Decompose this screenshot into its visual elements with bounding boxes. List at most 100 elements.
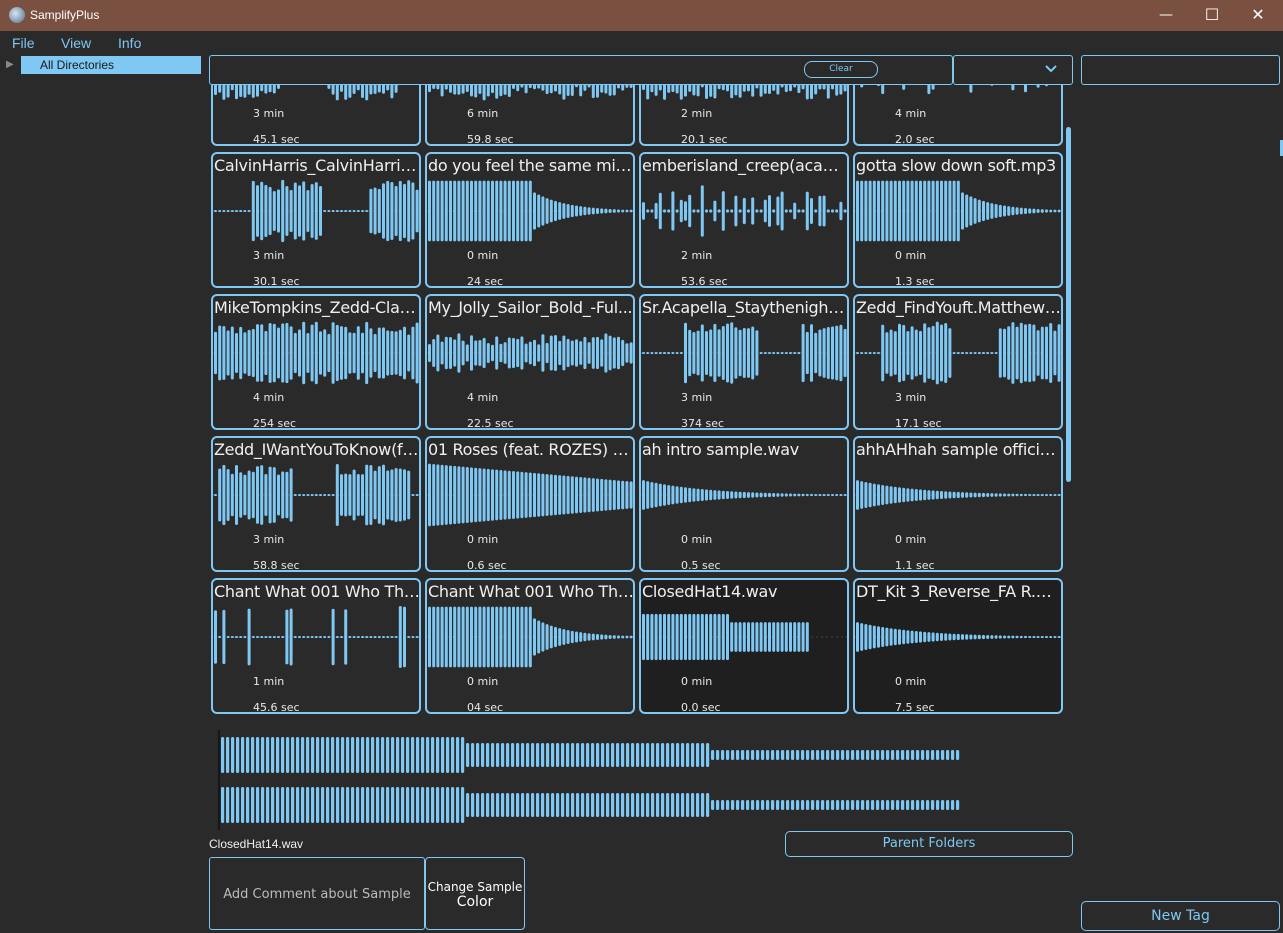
waveform-bar xyxy=(537,85,541,89)
sample-tile[interactable]: My_Jolly_Sailor_Bold_-Ful... 4 min 22.5 se… xyxy=(425,294,635,430)
waveform-bar xyxy=(742,327,746,379)
sample-tile[interactable]: 2 min 20.1 sec xyxy=(639,85,849,146)
sample-tile[interactable]: ClosedHat14.wav 0 min 0.0 sec xyxy=(639,578,849,714)
waveform-bar xyxy=(902,85,906,90)
waveform-bar xyxy=(579,206,583,216)
waveform-bar xyxy=(860,623,864,651)
waveform-bar xyxy=(302,321,306,385)
sample-waveform xyxy=(641,185,847,237)
waveform-bar xyxy=(596,208,599,214)
waveform-bar xyxy=(293,332,297,374)
sample-duration-sec: 20.1 sec xyxy=(681,133,728,146)
comment-input[interactable]: Add Comment about Sample xyxy=(209,857,425,930)
waveform-bar xyxy=(796,800,800,810)
change-color-button[interactable]: Change Sample Color xyxy=(425,857,525,930)
waveform-bar xyxy=(843,209,847,213)
waveform-bar xyxy=(415,322,419,384)
waveform-bar xyxy=(755,330,759,376)
sample-tile[interactable]: MikeTompkins_Zedd-Clarit... 4 min 254 sec xyxy=(211,294,421,430)
waveform-bar xyxy=(776,196,780,226)
waveform-bar xyxy=(738,329,742,377)
waveform-bar xyxy=(298,636,301,638)
waveform-bar xyxy=(631,743,635,767)
menu-file[interactable]: File xyxy=(12,35,35,51)
grid-scrollbar[interactable] xyxy=(1066,127,1071,482)
tree-item-all-directories[interactable]: All Directories xyxy=(21,56,201,74)
sample-tile-name: Zedd_FindYouft.MatthewK... xyxy=(856,298,1062,317)
tree-expand-icon[interactable]: ▶ xyxy=(6,59,14,70)
waveform-bar xyxy=(321,737,325,773)
waveform-bar xyxy=(453,180,457,242)
sample-tile[interactable]: 4 min 2.0 sec xyxy=(853,85,1063,146)
waveform-bar xyxy=(251,787,255,823)
waveform-bar xyxy=(289,326,293,380)
sample-tile[interactable]: gotta slow down soft.mp3 0 min 1.3 sec xyxy=(853,152,1063,288)
sample-tile[interactable]: Chant What 001 Who Tha ... 0 min 04 sec xyxy=(425,578,635,714)
waveform-bar xyxy=(481,743,485,767)
filter-dropdown[interactable] xyxy=(953,55,1073,85)
waveform-bar xyxy=(293,494,297,496)
waveform-bar xyxy=(291,737,295,773)
waveform-bar xyxy=(881,85,885,95)
waveform-bar xyxy=(394,185,398,237)
new-tag-button[interactable]: New Tag xyxy=(1081,901,1280,931)
waveform-bar xyxy=(801,209,805,213)
waveform-bar xyxy=(1003,493,1006,497)
waveform-bar xyxy=(843,328,847,378)
waveform-bar xyxy=(940,490,943,500)
waveform-bar xyxy=(935,321,939,385)
sample-tile[interactable]: Sr.Acapella_Staythenight(... 3 min 374 sec xyxy=(639,294,849,430)
tag-search-input[interactable] xyxy=(1081,55,1280,85)
clear-button[interactable]: Clear xyxy=(804,61,878,78)
waveform-bar xyxy=(839,494,843,496)
waveform-bar xyxy=(846,800,850,810)
sample-tile[interactable]: ahhAHhah sample official.... 0 min 1.1 sec xyxy=(853,436,1063,572)
sample-tile[interactable]: 6 min 59.8 sec xyxy=(425,85,635,146)
waveform-bar xyxy=(451,787,455,823)
waveform-bar xyxy=(285,186,289,236)
waveform-bar xyxy=(841,750,845,760)
sample-tile[interactable]: ah intro sample.wav 0 min 0.5 sec xyxy=(639,436,849,572)
waveform-bar xyxy=(636,793,640,817)
waveform-bar xyxy=(990,203,994,219)
waveform-bar xyxy=(1011,635,1015,639)
sample-waveform xyxy=(855,321,1061,385)
waveform-bar xyxy=(382,636,385,638)
sample-tile[interactable]: 3 min 45.1 sec xyxy=(211,85,421,146)
maximize-button[interactable]: ☐ xyxy=(1189,0,1235,31)
minimize-button[interactable]: — xyxy=(1143,0,1189,31)
waveform-bar xyxy=(226,210,230,212)
waveform-bar xyxy=(826,800,830,810)
waveform-bar xyxy=(941,800,945,810)
waveform-bar xyxy=(994,352,998,354)
waveform-bar xyxy=(226,469,230,521)
waveform-bar xyxy=(876,750,880,760)
menu-view[interactable]: View xyxy=(61,35,91,51)
sample-tile[interactable]: Zedd_FindYouft.MatthewK... 3 min 17.1 sec xyxy=(853,294,1063,430)
sample-tile[interactable]: CalvinHarris_CalvinHarrisFl... 3 min 30.1 … xyxy=(211,152,421,288)
waveform-bar xyxy=(642,613,645,661)
sample-tile[interactable]: Chant What 001 Who Tha ... 1 min 45.6 sec xyxy=(211,578,421,714)
menu-info[interactable]: Info xyxy=(118,35,141,51)
parent-folders-button[interactable]: Parent Folders xyxy=(785,831,1073,857)
sample-tile[interactable]: DT_Kit 3_Reverse_FA R.wav 0 min 7.5 sec xyxy=(853,578,1063,714)
waveform-bar xyxy=(898,323,901,383)
waveform-bar xyxy=(516,471,520,519)
waveform-bar xyxy=(893,331,897,375)
waveform-bar xyxy=(476,793,480,817)
sample-tile[interactable]: 01 Roses (feat. ROZES) - P... 0 min 0.6 se… xyxy=(425,436,635,572)
sample-tile[interactable]: do you feel the same mid.... 0 min 24 sec xyxy=(425,152,635,288)
waveform-bar xyxy=(247,608,251,666)
waveform-bar xyxy=(965,634,969,640)
sample-tile[interactable]: emberisland_creep(acapell... 2 min 53.6 se… xyxy=(639,152,849,288)
waveform-bar xyxy=(382,327,385,379)
waveform-bar xyxy=(1024,85,1027,93)
waveform-bar xyxy=(696,743,700,767)
sample-duration-sec: 04 sec xyxy=(467,701,504,714)
sample-tile[interactable]: Zedd_IWantYouToKnow(fea... 3 min 58.8 sec xyxy=(211,436,421,572)
waveform-bar xyxy=(396,737,400,773)
close-button[interactable]: ✕ xyxy=(1235,0,1281,31)
waveform-bar xyxy=(940,180,943,242)
waveform-bar xyxy=(946,750,950,760)
waveform-bar xyxy=(587,633,591,641)
